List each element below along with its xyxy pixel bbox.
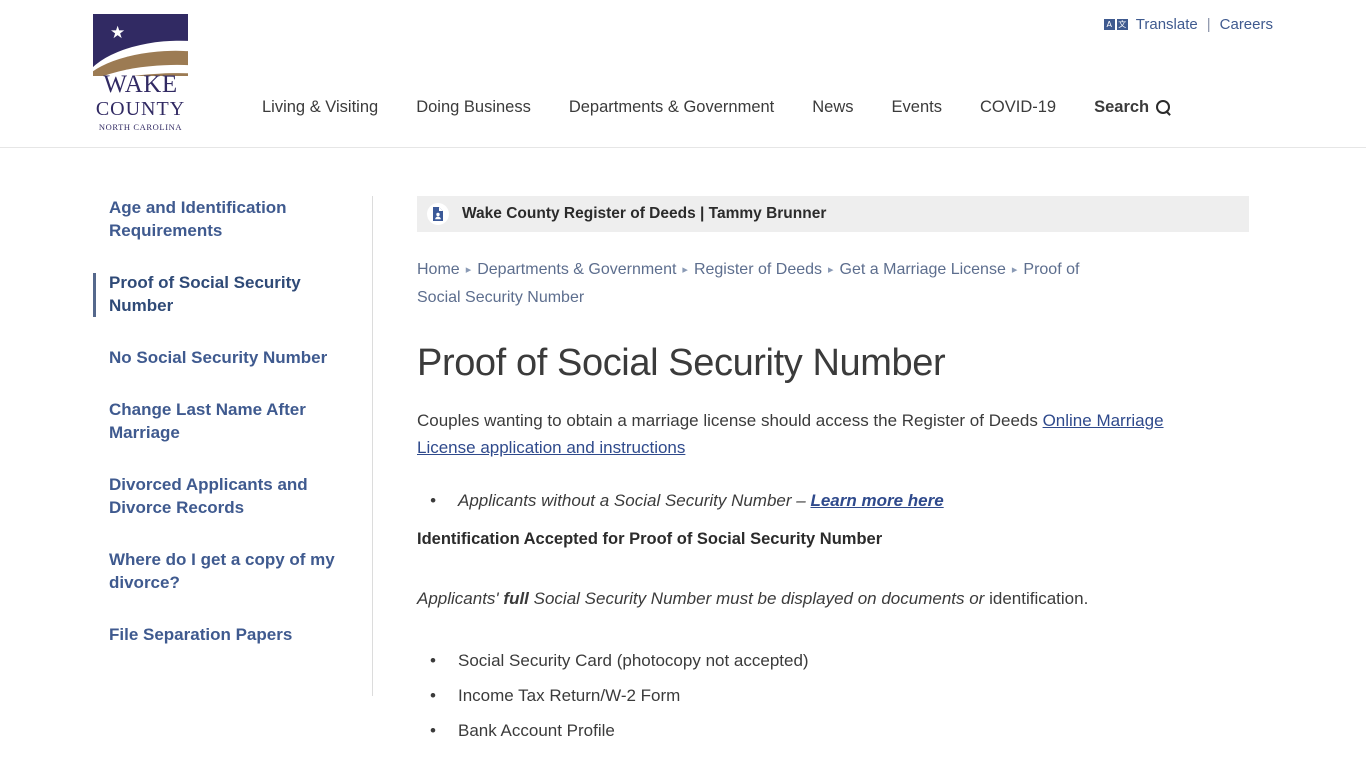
sidebar-item-age-identification[interactable]: Age and Identification Requirements bbox=[93, 196, 352, 242]
intro-text: Couples wanting to obtain a marriage lic… bbox=[417, 411, 1043, 430]
sidebar-item-copy-of-divorce[interactable]: Where do I get a copy of my divorce? bbox=[93, 548, 352, 594]
breadcrumb-separator: ▸ bbox=[682, 264, 688, 276]
breadcrumb-item-get-a-marriage-license[interactable]: Get a Marriage License bbox=[840, 261, 1006, 278]
nav-item-news[interactable]: News bbox=[793, 98, 872, 117]
sidebar-item-change-last-name[interactable]: Change Last Name After Marriage bbox=[93, 398, 352, 444]
list-item: Social Security Card (photocopy not acce… bbox=[430, 643, 1249, 678]
star-icon: ★ bbox=[110, 23, 126, 42]
sidebar-item-divorced-applicants[interactable]: Divorced Applicants and Divorce Records bbox=[93, 473, 352, 519]
full-ssn-note-tail: identification. bbox=[984, 589, 1089, 608]
department-banner-title: Wake County Register of Deeds | Tammy Br… bbox=[462, 205, 827, 222]
logo-flag-graphic: ★ bbox=[93, 14, 188, 76]
logo-wordmark: WAKE COUNTY NORTH CAROLINA bbox=[93, 71, 188, 135]
utility-separator: | bbox=[1206, 16, 1211, 33]
nav-item-events[interactable]: Events bbox=[873, 98, 961, 117]
sidebar-item-file-separation-papers[interactable]: File Separation Papers bbox=[93, 623, 352, 646]
sidebar-item-no-ssn[interactable]: No Social Security Number bbox=[93, 346, 352, 369]
full-ssn-note-part2: Social Security Number must be displayed… bbox=[528, 589, 985, 608]
list-item: Applicants without a Social Security Num… bbox=[430, 483, 1249, 518]
page-title: Proof of Social Security Number bbox=[417, 342, 946, 384]
logo-line-county: COUNTY bbox=[95, 98, 186, 120]
nav-item-search[interactable]: Search bbox=[1075, 98, 1171, 117]
section-sidebar: Age and Identification Requirements Proo… bbox=[93, 196, 373, 696]
learn-more-here-link[interactable]: Learn more here bbox=[810, 491, 943, 510]
intro-paragraph: Couples wanting to obtain a marriage lic… bbox=[417, 407, 1207, 461]
document-person-icon bbox=[427, 203, 449, 225]
page-container: Age and Identification Requirements Proo… bbox=[93, 148, 1273, 748]
wake-county-logo[interactable]: ★ WAKE COUNTY NORTH CAROLINA bbox=[93, 14, 188, 133]
breadcrumb-item-departments-government[interactable]: Departments & Government bbox=[477, 261, 676, 278]
note-bullet-text: Applicants without a Social Security Num… bbox=[458, 491, 811, 510]
full-ssn-note: Applicants' full Social Security Number … bbox=[417, 585, 1249, 612]
full-ssn-note-part1: Applicants' bbox=[417, 589, 504, 608]
nav-item-doing-business[interactable]: Doing Business bbox=[397, 98, 550, 117]
breadcrumb-separator: ▸ bbox=[828, 264, 834, 276]
identification-accepted-heading: Identification Accepted for Proof of Soc… bbox=[417, 530, 883, 548]
search-icon bbox=[1156, 100, 1171, 115]
logo-line-state: NORTH CAROLINA bbox=[98, 122, 183, 132]
careers-link[interactable]: Careers bbox=[1220, 16, 1273, 33]
nav-item-living-visiting[interactable]: Living & Visiting bbox=[243, 98, 397, 117]
full-ssn-note-bold: full bbox=[503, 589, 529, 608]
main-navigation: Living & Visiting Doing Business Departm… bbox=[243, 98, 1171, 117]
site-header: ★ WAKE COUNTY NORTH CAROLINA A 文 Transla… bbox=[0, 0, 1366, 148]
search-label: Search bbox=[1094, 98, 1150, 116]
breadcrumb-item-home[interactable]: Home bbox=[417, 261, 460, 278]
translate-link[interactable]: Translate bbox=[1136, 16, 1198, 33]
nav-item-departments-government[interactable]: Departments & Government bbox=[550, 98, 793, 117]
translate-icon-latin: A bbox=[1103, 19, 1115, 30]
breadcrumb-item-register-of-deeds[interactable]: Register of Deeds bbox=[694, 261, 822, 278]
sidebar-item-proof-of-ssn[interactable]: Proof of Social Security Number bbox=[93, 271, 352, 317]
note-bullet-list: Applicants without a Social Security Num… bbox=[417, 483, 1249, 518]
logo-line-wake: WAKE bbox=[103, 71, 178, 98]
nav-item-covid-19[interactable]: COVID-19 bbox=[961, 98, 1075, 117]
translate-icon: A 文 bbox=[1103, 19, 1128, 30]
main-content: Wake County Register of Deeds | Tammy Br… bbox=[417, 196, 1249, 748]
list-item: Bank Account Profile bbox=[430, 713, 1249, 748]
department-banner[interactable]: Wake County Register of Deeds | Tammy Br… bbox=[417, 196, 1249, 232]
breadcrumb: Home ▸ Departments & Government ▸ Register o… bbox=[417, 256, 1107, 311]
utility-links: A 文 Translate | Careers bbox=[1103, 16, 1273, 33]
breadcrumb-separator: ▸ bbox=[1011, 264, 1018, 276]
accepted-documents-list: Social Security Card (photocopy not acce… bbox=[417, 643, 1249, 748]
breadcrumb-separator: ▸ bbox=[465, 264, 472, 276]
translate-icon-cjk: 文 bbox=[1116, 19, 1128, 30]
list-item: Income Tax Return/W-2 Form bbox=[430, 678, 1249, 713]
